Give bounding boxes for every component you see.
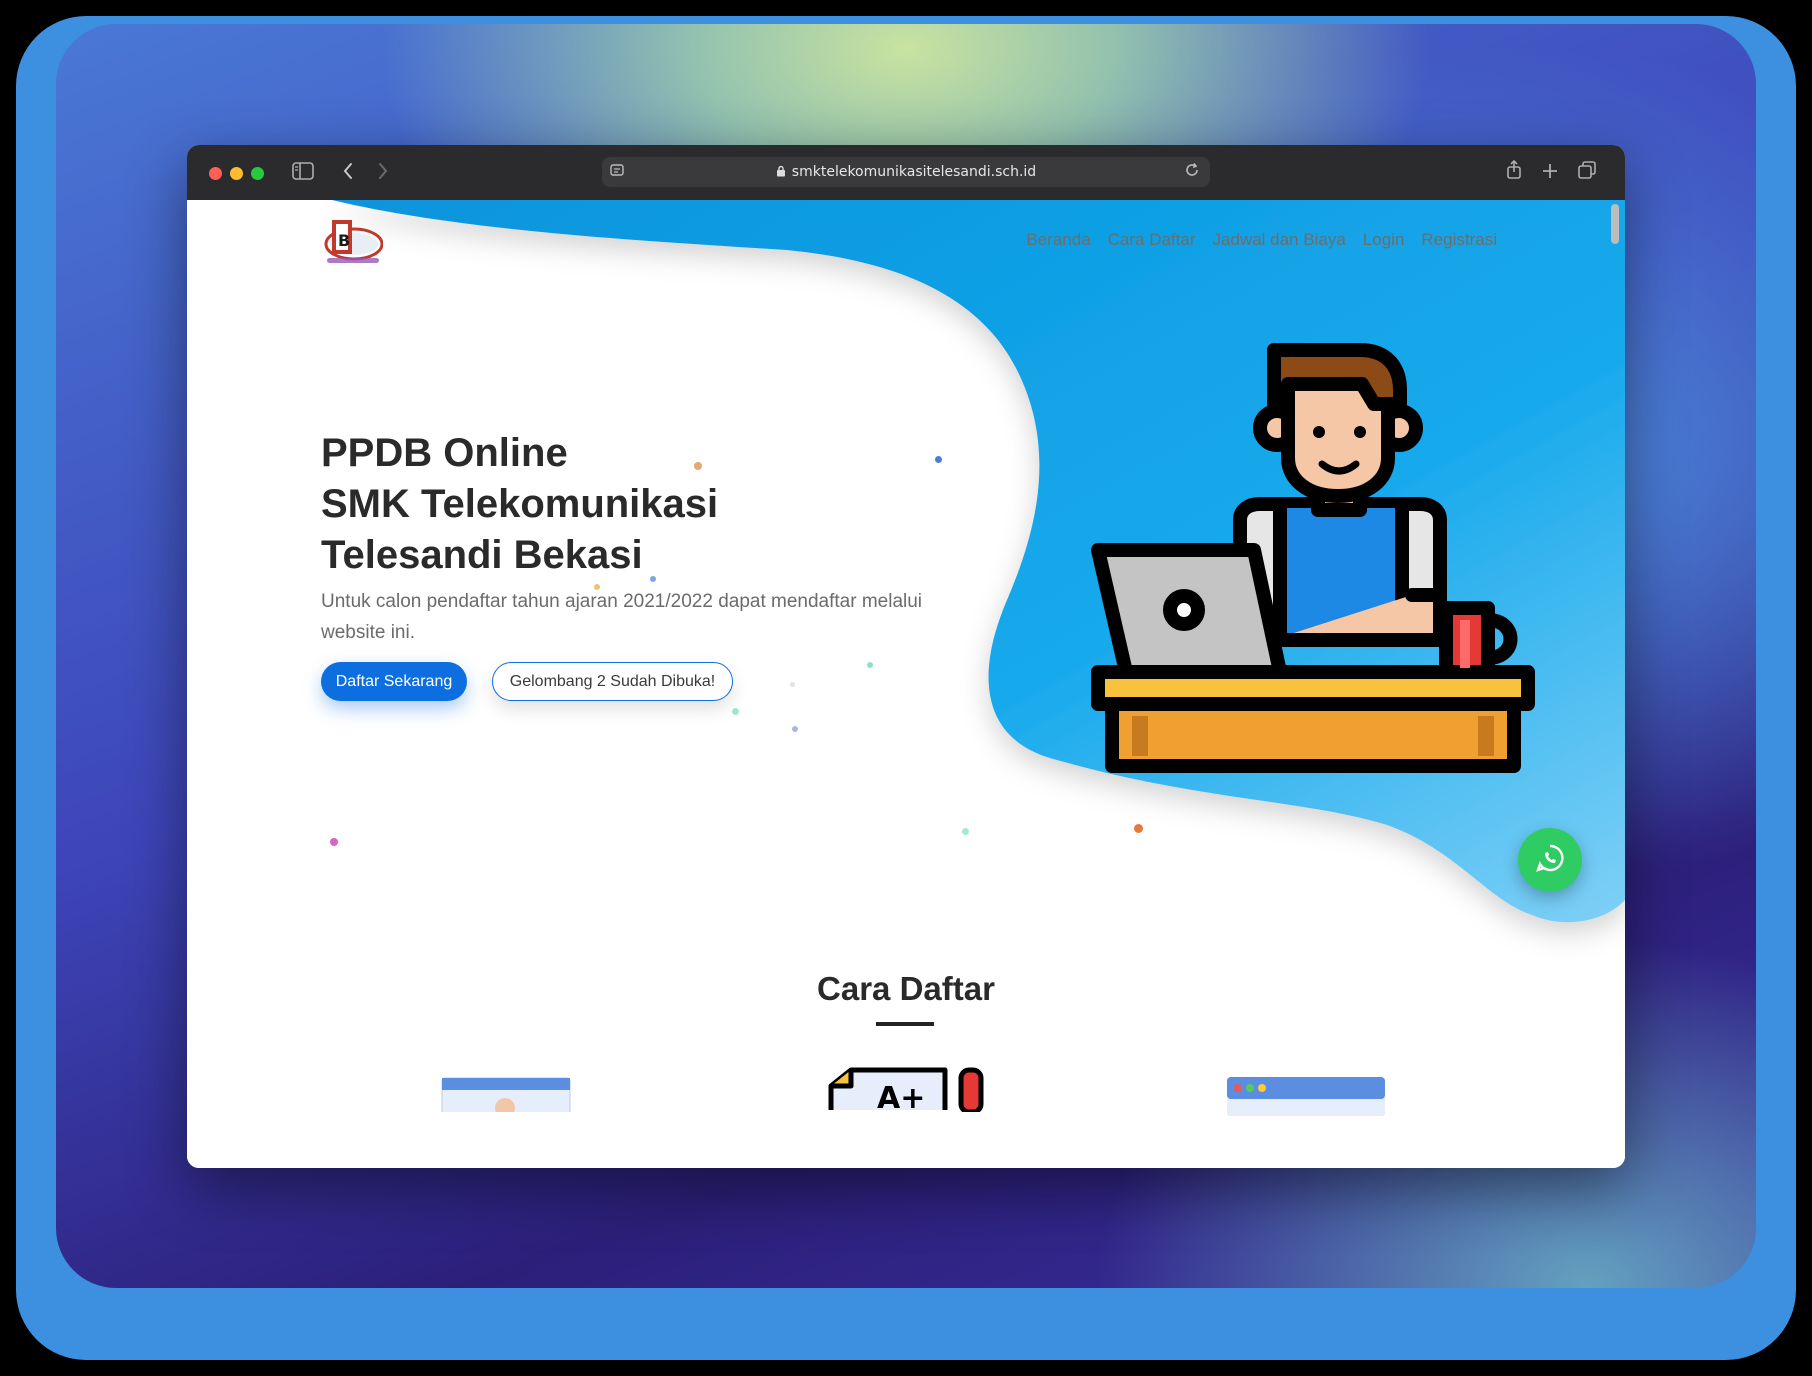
page-menu-icon[interactable] bbox=[610, 163, 624, 181]
main-navigation: Beranda Cara Daftar Jadwal dan Biaya Log… bbox=[1026, 230, 1497, 250]
decor-dot bbox=[650, 576, 656, 582]
tabs-icon[interactable] bbox=[1578, 161, 1596, 182]
whatsapp-button[interactable] bbox=[1518, 828, 1582, 892]
url-text: smktelekomunikasitelesandi.sch.id bbox=[791, 164, 1037, 180]
browser-toolbar: smktelekomunikasitelesandi.sch.id bbox=[187, 145, 1625, 200]
step-2-icon: A+ bbox=[828, 1067, 984, 1112]
svg-text:B: B bbox=[338, 231, 350, 250]
hero-title-line-2: SMK Telekomunikasi bbox=[321, 482, 719, 526]
decor-dot bbox=[792, 726, 798, 732]
hero-subtitle: Untuk calon pendaftar tahun ajaran 2021/… bbox=[321, 591, 923, 643]
reload-icon[interactable] bbox=[1184, 162, 1200, 182]
nav-login[interactable]: Login bbox=[1363, 230, 1405, 250]
sidebar-icon[interactable] bbox=[292, 162, 314, 183]
section-underline bbox=[876, 1022, 934, 1026]
school-logo[interactable]: B bbox=[321, 212, 384, 270]
browser-window: smktelekomunikasitelesandi.sch.id B Bera… bbox=[187, 145, 1625, 1168]
minimize-window-button[interactable] bbox=[230, 167, 243, 180]
decor-dot bbox=[694, 462, 702, 470]
nav-beranda[interactable]: Beranda bbox=[1026, 230, 1090, 250]
new-tab-icon[interactable] bbox=[1542, 162, 1558, 182]
gelombang-2-button[interactable]: Gelombang 2 Sudah Dibuka! bbox=[492, 662, 733, 701]
hero-title: PPDB Online SMK Telekomunikasi Telesandi… bbox=[321, 428, 718, 581]
scrollbar-thumb[interactable] bbox=[1611, 204, 1619, 244]
nav-jadwal-dan-biaya[interactable]: Jadwal dan Biaya bbox=[1213, 230, 1346, 250]
lock-icon bbox=[776, 165, 786, 180]
forward-icon[interactable] bbox=[377, 161, 389, 184]
decor-dot bbox=[962, 828, 969, 835]
cara-daftar-heading: Cara Daftar bbox=[817, 970, 995, 1007]
decor-dot bbox=[594, 584, 600, 590]
step-3-icon bbox=[1227, 1077, 1385, 1116]
close-window-button[interactable] bbox=[209, 167, 222, 180]
decor-dot bbox=[732, 708, 739, 715]
share-icon[interactable] bbox=[1506, 159, 1522, 183]
svg-text:A+: A+ bbox=[877, 1081, 925, 1112]
step-1-icon bbox=[441, 1077, 571, 1112]
decor-dot bbox=[935, 456, 942, 463]
daftar-sekarang-button[interactable]: Daftar Sekarang bbox=[321, 662, 467, 701]
back-icon[interactable] bbox=[342, 161, 354, 184]
hero-title-line-3: Telesandi Bekasi bbox=[321, 533, 643, 577]
hero-title-line-1: PPDB Online bbox=[321, 431, 568, 475]
nav-cara-daftar[interactable]: Cara Daftar bbox=[1108, 230, 1196, 250]
whatsapp-icon bbox=[1535, 843, 1565, 877]
nav-registrasi[interactable]: Registrasi bbox=[1421, 230, 1497, 250]
decor-dot bbox=[867, 662, 873, 668]
zoom-window-button[interactable] bbox=[251, 167, 264, 180]
decor-dot bbox=[330, 838, 338, 846]
decor-dot bbox=[790, 682, 795, 687]
hero-illustration bbox=[1091, 343, 1535, 773]
page-viewport: B Beranda Cara Daftar Jadwal dan Biaya L… bbox=[187, 200, 1625, 1168]
address-bar[interactable]: smktelekomunikasitelesandi.sch.id bbox=[602, 157, 1210, 187]
